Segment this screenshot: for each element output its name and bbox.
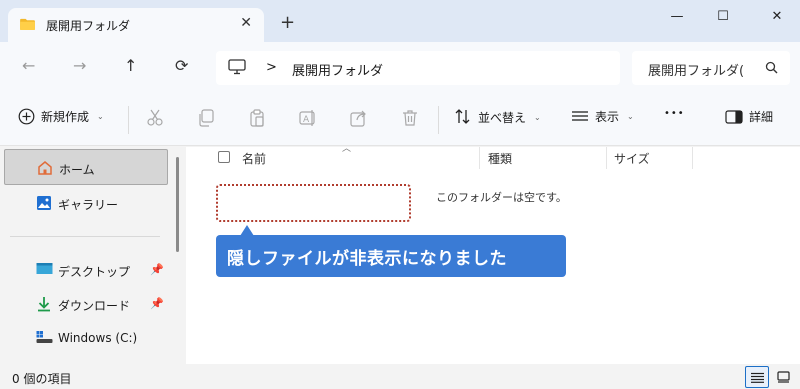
sidebar-scrollbar[interactable] [176,157,179,252]
monitor-icon [228,59,246,75]
item-count: 0 個の項目 [12,372,72,386]
column-divider[interactable] [606,147,607,169]
details-view-button[interactable] [745,366,769,388]
callout-pointer [240,225,254,236]
forward-button[interactable]: → [73,56,86,75]
minimize-button[interactable]: — [654,0,700,32]
command-bar: 新規作成 ⌄ A 並べ替え ⌄ 表示 ⌄ ••• 詳細 [0,94,800,146]
view-button[interactable]: 表示 ⌄ [571,108,634,125]
search-icon [765,61,778,74]
paste-icon[interactable] [248,109,266,127]
rename-icon[interactable]: A [299,109,317,127]
folder-icon [20,18,35,30]
divider [438,106,439,134]
navigation-pane: ホーム ギャラリー デスクトップ 📌 ダウンロード 📌 Windows (C:) [0,147,186,364]
download-icon [38,297,50,312]
new-label: 新規作成 [41,110,90,124]
status-bar: 0 個の項目 [0,364,800,389]
column-header-size[interactable]: サイズ [614,150,650,167]
tiles-view-icon [776,371,790,383]
drive-icon [36,331,53,343]
back-button[interactable]: ← [22,56,35,75]
new-tab-button[interactable]: + [280,14,295,32]
close-window-button[interactable]: ✕ [754,0,800,32]
view-label: 表示 [595,110,620,124]
sidebar-item-home[interactable]: ホーム [4,149,168,185]
maximize-icon: ☐ [717,8,729,24]
sidebar-item-drive-c[interactable]: Windows (C:) [4,320,168,356]
column-header-type[interactable]: 種類 [488,150,512,167]
sidebar-divider [10,236,160,237]
maximize-button[interactable]: ☐ [700,0,746,32]
search-input[interactable]: 展開用フォルダ( [648,60,764,79]
minimize-icon: — [670,8,684,24]
sidebar-item-desktop[interactable]: デスクトップ 📌 [4,252,168,288]
sidebar-item-downloads[interactable]: ダウンロード 📌 [4,286,168,322]
breadcrumb-separator[interactable]: > [266,60,277,75]
title-bar: 展開用フォルダ ✕ + — ☐ ✕ [0,0,800,42]
view-list-icon [572,110,588,121]
tiles-view-button[interactable] [771,366,795,388]
home-icon [38,161,52,175]
plus-circle-icon [18,108,35,125]
annotation-callout: 隠しファイルが非表示になりました [216,225,566,277]
sidebar-item-label: デスクトップ [58,265,131,279]
sidebar-item-label: ホーム [59,163,95,177]
breadcrumb-current[interactable]: 展開用フォルダ [292,60,383,79]
navigation-bar: ← → ↑ ⟳ > 展開用フォルダ 展開用フォルダ( [0,42,800,94]
details-label: 詳細 [749,110,774,124]
pin-icon[interactable]: 📌 [150,297,164,310]
new-button[interactable]: 新規作成 ⌄ [18,108,104,125]
sort-up-icon: ︿ [342,144,352,154]
details-view-icon [750,372,764,383]
sidebar-item-label: ダウンロード [58,299,131,313]
search-box[interactable]: 展開用フォルダ( [632,51,790,85]
chevron-down-icon: ⌄ [627,112,634,121]
sort-icon [455,109,470,124]
column-header-name[interactable]: 名前 [242,150,266,167]
share-icon[interactable] [350,109,368,127]
delete-icon[interactable] [401,109,419,127]
copy-icon[interactable] [197,109,215,127]
select-all-checkbox[interactable] [218,151,230,163]
sort-label: 並べ替え [478,110,527,125]
details-pane-icon [725,109,743,124]
chevron-down-icon: ⌄ [97,112,104,121]
sidebar-item-gallery[interactable]: ギャラリー [4,185,168,221]
file-list: ︿ 名前 種類 サイズ このフォルダーは空です。 隠しファイルが非表示になりまし… [186,144,800,364]
address-bar[interactable]: > 展開用フォルダ [216,51,620,85]
cut-icon[interactable] [146,109,164,127]
close-icon: ✕ [771,8,783,24]
callout-text: 隠しファイルが非表示になりました [227,248,507,269]
column-divider[interactable] [479,147,480,169]
column-divider[interactable] [692,147,693,169]
refresh-button[interactable]: ⟳ [175,56,188,75]
more-button[interactable]: ••• [664,108,685,119]
empty-folder-message: このフォルダーは空です。 [436,191,567,204]
chevron-down-icon: ⌄ [534,112,541,122]
details-button[interactable]: 詳細 [725,108,773,125]
tab-title: 展開用フォルダ [46,19,131,33]
divider [128,106,129,134]
desktop-icon [36,263,53,274]
tab-close-button[interactable]: ✕ [240,15,252,31]
sidebar-item-label: ギャラリー [58,198,119,212]
gallery-icon [37,196,51,210]
sidebar-item-label: Windows (C:) [58,331,138,345]
up-button[interactable]: ↑ [124,56,137,75]
pin-icon[interactable]: 📌 [150,263,164,276]
hidden-file-highlight [216,184,411,222]
more-icon: ••• [664,108,685,119]
tab-folder[interactable]: 展開用フォルダ ✕ [8,8,264,42]
sort-button[interactable]: 並べ替え ⌄ [454,108,541,126]
svg-text:A: A [303,115,310,125]
